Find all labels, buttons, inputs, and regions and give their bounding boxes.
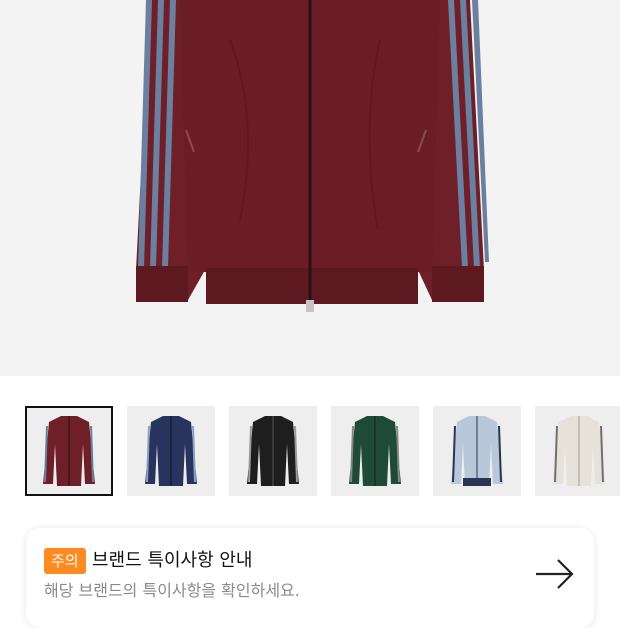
jacket-thumbnail-icon bbox=[145, 416, 197, 486]
jacket-thumbnail-icon bbox=[451, 416, 503, 486]
notice-description: 해당 브랜드의 특이사항을 확인하세요. bbox=[44, 581, 300, 600]
jacket-thumbnail-icon bbox=[247, 416, 299, 486]
thumbnail-navy[interactable] bbox=[127, 406, 215, 496]
thumbnail-green[interactable] bbox=[331, 406, 419, 496]
caution-badge: 주의 bbox=[44, 548, 86, 574]
thumbnail-black[interactable] bbox=[229, 406, 317, 496]
jacket-thumbnail-icon bbox=[553, 416, 605, 486]
jacket-image bbox=[136, 0, 489, 312]
brand-notice-card[interactable]: 주의 브랜드 특이사항 안내 해당 브랜드의 특이사항을 확인하세요. bbox=[26, 528, 594, 628]
product-main-image[interactable] bbox=[0, 0, 620, 376]
notice-title: 브랜드 특이사항 안내 bbox=[92, 550, 253, 571]
jacket-thumbnail-icon bbox=[43, 416, 95, 486]
color-thumbnail-list bbox=[0, 406, 620, 498]
thumbnail-cream[interactable] bbox=[535, 406, 620, 496]
jacket-thumbnail-icon bbox=[349, 416, 401, 486]
thumbnail-burgundy[interactable] bbox=[25, 406, 113, 496]
arrow-right-icon[interactable] bbox=[534, 556, 576, 592]
thumbnail-light-blue[interactable] bbox=[433, 406, 521, 496]
